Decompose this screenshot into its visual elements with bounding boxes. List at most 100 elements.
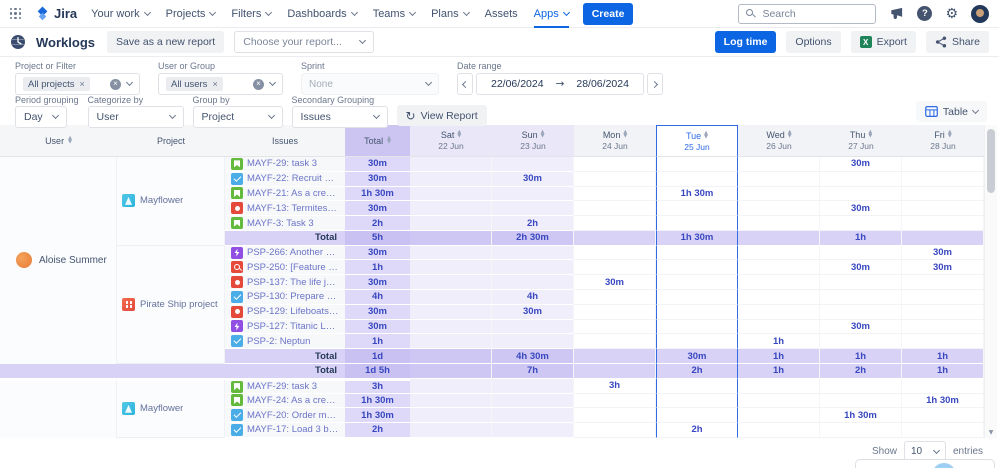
day-group-total-cell[interactable]: 2h 30m — [492, 230, 574, 246]
day-user-total-cell[interactable]: 1h — [902, 363, 984, 379]
day-cell[interactable]: 4h — [492, 290, 574, 305]
issue-link[interactable]: MAYF-17: Load 3 barrel... — [247, 424, 339, 435]
issue-link[interactable]: MAYF-20: Order materi... — [247, 410, 339, 421]
day-user-total-cell[interactable]: 1h — [738, 363, 820, 379]
day-group-total-cell[interactable]: 1h — [820, 230, 902, 246]
table-scrollbar[interactable]: ▼ — [984, 125, 997, 438]
jira-logo[interactable]: Jira — [35, 6, 77, 21]
project-link[interactable]: Mayflower — [140, 195, 183, 206]
group-by-select[interactable]: Project — [192, 106, 283, 128]
date-to[interactable]: 28/06/2024 — [576, 78, 629, 90]
day-cell[interactable]: 2h — [492, 216, 574, 231]
day-cell[interactable]: 30m — [902, 245, 984, 261]
day-cell[interactable]: 3h — [574, 378, 656, 394]
column-header-day-sat[interactable]: Sat ▲ ▼ 22 Jun — [410, 125, 492, 157]
issue-link[interactable]: MAYF-24: As a crew me... — [247, 395, 339, 406]
nav-item-dashboards[interactable]: Dashboards — [287, 0, 358, 28]
issue-link[interactable]: MAYF-22: Recruit needl... — [247, 173, 339, 184]
view-mode-button[interactable]: Table — [915, 101, 987, 122]
export-button[interactable]: X Export — [850, 31, 916, 53]
day-cell[interactable]: 30m — [492, 304, 574, 320]
date-prev-button[interactable] — [457, 73, 473, 95]
day-cell[interactable]: 1h — [738, 334, 820, 350]
tag-remove-icon[interactable]: × — [79, 79, 84, 89]
day-group-total-cell[interactable]: 4h 30m — [492, 349, 574, 364]
view-report-button[interactable]: ↻ View Report — [396, 105, 487, 126]
issue-link[interactable]: PSP-137: The life jacket... — [247, 277, 339, 288]
date-from[interactable]: 22/06/2024 — [491, 78, 544, 90]
nav-item-teams[interactable]: Teams — [373, 0, 417, 28]
clear-filter-icon[interactable]: × — [110, 78, 121, 90]
nav-item-your-work[interactable]: Your work — [91, 0, 151, 28]
issue-link[interactable]: PSP-130: Prepare ship t... — [247, 291, 339, 302]
help-icon[interactable]: ? — [917, 6, 933, 21]
column-header-day-fri[interactable]: Fri ▲ ▼ 28 Jun — [902, 125, 984, 157]
day-user-total-cell[interactable]: 7h — [492, 363, 574, 379]
day-user-total-cell[interactable]: 2h — [656, 363, 738, 379]
column-header-day-mon[interactable]: Mon ▲ ▼ 24 Jun — [574, 125, 656, 157]
search-input[interactable]: Search — [738, 3, 877, 24]
period-grouping-select[interactable]: Day — [15, 106, 67, 128]
issue-link[interactable]: PSP-127: Titanic Launch — [247, 321, 339, 332]
issue-link[interactable]: MAYF-21: As a crew me... — [247, 188, 339, 199]
date-range-input[interactable]: 22/06/2024 → 28/06/2024 — [476, 73, 644, 95]
log-time-button[interactable]: Log time — [714, 31, 777, 53]
project-link[interactable]: Mayflower — [140, 403, 183, 414]
nav-item-filters[interactable]: Filters — [231, 0, 273, 28]
day-cell[interactable]: 30m — [492, 171, 574, 187]
day-cell[interactable]: 30m — [574, 275, 656, 291]
create-button[interactable]: Create — [582, 2, 634, 25]
announcements-icon[interactable] — [889, 6, 904, 21]
column-header-day-thu[interactable]: Thu ▲ ▼ 27 Jun — [820, 125, 902, 157]
nav-item-apps[interactable]: Apps — [534, 0, 570, 28]
day-group-total-cell[interactable]: 30m — [656, 349, 738, 364]
issue-link[interactable]: MAYF-13: Termites on ... — [247, 203, 339, 214]
issue-link[interactable]: MAYF-29: task 3 — [247, 381, 317, 392]
day-cell[interactable]: 30m — [820, 319, 902, 335]
issue-link[interactable]: PSP-250: [Feature 1] Te... — [247, 262, 339, 273]
day-group-total-cell[interactable]: 1h 30m — [656, 230, 738, 246]
column-header-total[interactable]: Total ▲ ▼ — [345, 125, 410, 157]
tag-remove-icon[interactable]: × — [212, 79, 217, 89]
day-cell[interactable]: 30m — [820, 201, 902, 217]
project-filter-select[interactable]: All projects × × — [15, 73, 140, 95]
clear-filter-icon[interactable]: × — [253, 78, 264, 90]
categorize-by-select[interactable]: User — [87, 106, 184, 128]
issue-link[interactable]: MAYF-3: Task 3 — [247, 218, 314, 229]
corner-widget[interactable] — [855, 459, 995, 468]
day-cell[interactable]: 1h 30m — [656, 186, 738, 202]
day-user-total-cell[interactable]: 2h — [820, 363, 902, 379]
app-switcher-icon[interactable] — [10, 8, 22, 20]
date-next-button[interactable] — [646, 73, 663, 95]
column-header-day-tue[interactable]: Tue ▲ ▼ 25 Jun — [656, 125, 738, 157]
profile-avatar[interactable] — [971, 4, 989, 23]
day-cell[interactable]: 30m — [902, 260, 984, 276]
day-group-total-cell[interactable]: 1h — [902, 349, 984, 364]
save-report-button[interactable]: Save as a new report — [107, 31, 225, 53]
day-cell[interactable]: 30m — [820, 260, 902, 276]
issue-link[interactable]: PSP-2: Neptun — [247, 336, 310, 347]
project-link[interactable]: Pirate Ship project — [140, 299, 218, 310]
settings-gear-icon[interactable]: ⚙ — [945, 7, 958, 21]
nav-item-projects[interactable]: Projects — [166, 0, 217, 28]
user-filter-select[interactable]: All users × × — [158, 73, 283, 95]
scrollbar-thumb[interactable] — [987, 129, 995, 193]
issue-link[interactable]: PSP-266: Another Epic — [247, 247, 339, 258]
column-header-user[interactable]: User ▲ ▼ — [0, 125, 117, 157]
scrollbar-down-icon[interactable]: ▼ — [985, 429, 997, 436]
nav-item-plans[interactable]: Plans — [431, 0, 470, 28]
day-group-total-cell[interactable]: 1h — [738, 349, 820, 364]
secondary-grouping-select[interactable]: Issues — [291, 106, 388, 128]
report-select[interactable]: Choose your report... — [234, 31, 375, 53]
column-header-day-wed[interactable]: Wed ▲ ▼ 26 Jun — [738, 125, 820, 157]
share-button[interactable]: Share — [925, 31, 989, 53]
nav-item-assets[interactable]: Assets — [485, 0, 518, 28]
day-cell[interactable]: 30m — [820, 157, 902, 172]
day-cell[interactable]: 1h 30m — [902, 393, 984, 409]
day-group-total-cell[interactable]: 1h — [820, 349, 902, 364]
column-header-day-sun[interactable]: Sun ▲ ▼ 23 Jun — [492, 125, 574, 157]
options-button[interactable]: Options — [786, 31, 841, 53]
day-cell[interactable]: 1h 30m — [820, 408, 902, 424]
issue-link[interactable]: PSP-129: Lifeboats doe... — [247, 306, 339, 317]
issue-link[interactable]: MAYF-29: task 3 — [247, 158, 317, 169]
